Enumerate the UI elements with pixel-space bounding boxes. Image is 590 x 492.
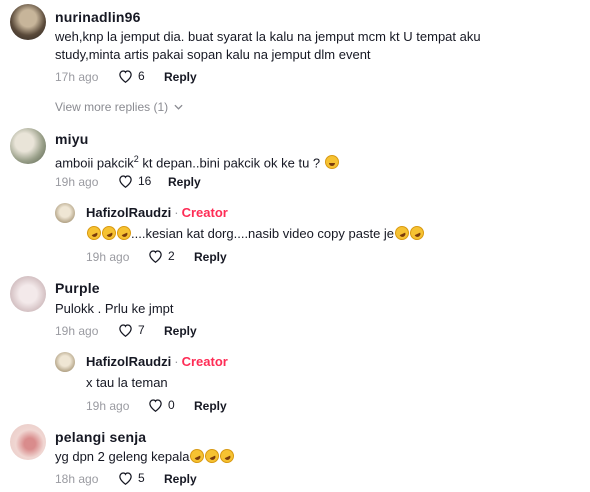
comment-text: Pulokk . Prlu ke jmpt	[55, 301, 174, 316]
reply-button[interactable]: Reply	[194, 399, 227, 413]
reply-button[interactable]: Reply	[164, 324, 197, 338]
timestamp: 19h ago	[86, 250, 130, 264]
like-count: 7	[138, 323, 145, 337]
comment-text-part: kt depan..bini pakcik ok ke tu ?	[138, 155, 321, 171]
reply-button[interactable]: Reply	[168, 175, 201, 189]
heart-icon	[119, 472, 132, 485]
avatar[interactable]	[55, 352, 75, 372]
view-more-replies[interactable]: View more replies (1)	[55, 100, 183, 114]
comment-text-line: study,minta artis pakai sopan kalu na je…	[55, 47, 371, 62]
like-button[interactable]: 5	[118, 471, 145, 485]
sweat-smile-emoji	[324, 155, 339, 170]
like-count: 16	[138, 174, 152, 188]
separator: ·	[174, 354, 179, 369]
comment-username[interactable]: pelangi senja	[55, 429, 146, 445]
comment-text-line: weh,knp la jemput dia. buat syarat la ka…	[55, 29, 481, 44]
timestamp: 18h ago	[55, 472, 99, 486]
comment-text-content: yg dpn 2 geleng kepala	[55, 449, 190, 464]
like-button[interactable]: 7	[118, 323, 145, 337]
creator-badge: Creator	[181, 205, 228, 220]
reply-header: HafizolRaudzi · Creator	[86, 205, 228, 220]
like-button[interactable]: 0	[148, 398, 175, 412]
rofl-emoji	[392, 223, 412, 243]
reply-text: x tau la teman	[86, 375, 168, 390]
comment-text: amboii pakcik2 kt depan..bini pakcik ok …	[55, 150, 339, 172]
avatar[interactable]	[10, 4, 46, 40]
avatar[interactable]	[10, 276, 46, 312]
reply-button[interactable]: Reply	[164, 70, 197, 84]
timestamp: 19h ago	[55, 175, 99, 189]
avatar[interactable]	[10, 128, 46, 164]
reply-button[interactable]: Reply	[164, 472, 197, 486]
reply-username[interactable]: HafizolRaudzi	[86, 354, 171, 369]
like-button[interactable]: 6	[118, 69, 145, 83]
comment-username[interactable]: nurinadlin96	[55, 9, 141, 25]
creator-badge: Creator	[181, 354, 228, 369]
like-count: 5	[138, 471, 145, 485]
view-more-label: View more replies (1)	[55, 100, 169, 114]
reply-username[interactable]: HafizolRaudzi	[86, 205, 171, 220]
joy-emoji	[99, 223, 119, 243]
reply-button[interactable]: Reply	[194, 250, 227, 264]
chevron-down-icon	[174, 104, 183, 110]
heart-icon	[119, 324, 132, 337]
reply-text: ....kesian kat dorg....nasib video copy …	[84, 223, 427, 243]
reply-text-content: ....kesian kat dorg....nasib video copy …	[131, 226, 395, 241]
heart-icon	[119, 70, 132, 83]
timestamp: 17h ago	[55, 70, 99, 84]
like-button[interactable]: 2	[148, 249, 175, 263]
comment-username[interactable]: miyu	[55, 131, 88, 147]
comment-text: weh,knp la jemput dia. buat syarat la ka…	[55, 28, 575, 64]
avatar[interactable]	[55, 203, 75, 223]
joy-emoji	[84, 223, 104, 243]
heart-icon	[119, 175, 132, 188]
separator: ·	[174, 205, 179, 220]
timestamp: 19h ago	[55, 324, 99, 338]
heart-icon	[149, 399, 162, 412]
like-count: 0	[168, 398, 175, 412]
like-button[interactable]: 16	[118, 174, 151, 188]
joy-emoji	[218, 446, 237, 466]
reply-header: HafizolRaudzi · Creator	[86, 354, 228, 369]
heart-icon	[149, 250, 162, 263]
like-count: 2	[168, 249, 175, 263]
comment-text-part: amboii pakcik	[55, 155, 134, 171]
timestamp: 19h ago	[86, 399, 130, 413]
comment-username[interactable]: Purple	[55, 280, 100, 296]
like-count: 6	[138, 69, 145, 83]
rofl-emoji	[407, 223, 427, 243]
avatar[interactable]	[10, 424, 46, 460]
comment-text: yg dpn 2 geleng kepala	[55, 446, 237, 466]
